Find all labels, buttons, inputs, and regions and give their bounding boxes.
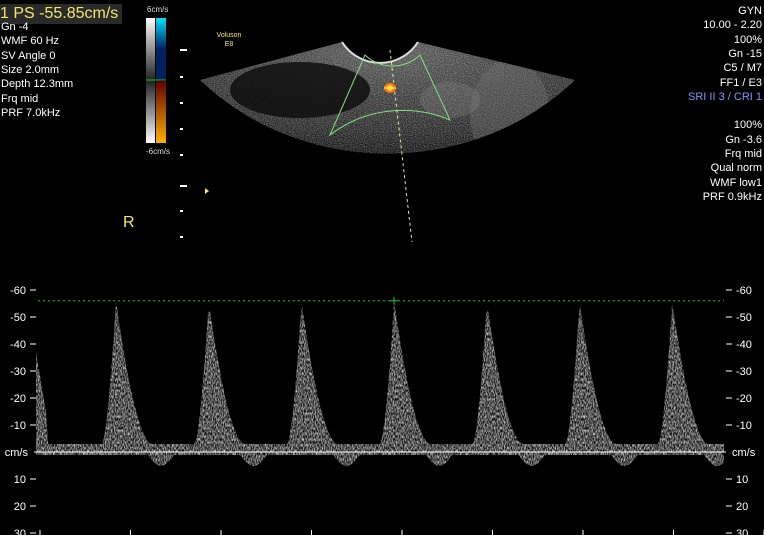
ultrasound-screen: 1 PS -55.85cm/s Gn -4 WMF 60 Hz SV Angle… (0, 0, 764, 535)
color-scale-bottom-label: -6cm/s (146, 147, 170, 156)
right-param-2: 100% (733, 33, 762, 46)
right-param-11: Qual norm (710, 162, 762, 175)
right-param-1: 10.00 - 2.20 (703, 19, 762, 32)
param-frequency: Frq mid (1, 93, 39, 105)
bmode-sector-image (200, 41, 575, 243)
velocity-cursor-cross (390, 296, 398, 305)
doppler-waveform (36, 301, 724, 466)
left-axis-label: -40 (10, 339, 26, 351)
right-param-4: C5 / M7 (723, 62, 762, 75)
right-axis-label: -30 (736, 366, 752, 378)
right-axis-label: -20 (736, 393, 752, 405)
right-param-13: PRF 0.9kHz (702, 190, 762, 203)
doppler-spectrum: -60 -60 -50 -50 -40 -40 -30 -30 -20 -20 -10 -10 10 10… (5, 285, 764, 535)
right-param-5: FF1 / E3 (719, 76, 762, 89)
right-param-6: SRI II 3 / CRI 1 (688, 90, 762, 103)
right-param-3: Gn -15 (728, 47, 762, 60)
right-axis-label: 10 (736, 474, 748, 486)
left-axis-label: 30 (14, 528, 26, 535)
param-size: Size 2.0mm (1, 64, 60, 76)
param-gain: Gn -4 (1, 21, 29, 33)
right-axis-label: 20 (736, 501, 748, 513)
right-param-12: WMF low1 (710, 176, 762, 189)
right-axis-label: -40 (736, 339, 752, 351)
left-axis-label: -20 (10, 393, 26, 405)
color-flow-scale-bar (146, 18, 166, 143)
left-axis-label: 10 (14, 474, 26, 486)
right-axis-label: -10 (736, 420, 752, 432)
right-param-9: Gn -3.6 (725, 133, 762, 146)
param-wmf: WMF 60 Hz (1, 35, 60, 47)
left-axis-label: -60 (10, 285, 26, 297)
right-axis-label: -60 (736, 285, 752, 297)
left-axis-label: -50 (10, 312, 26, 324)
right-axis-label: -50 (736, 312, 752, 324)
right-axis-unit: cm/s (732, 447, 756, 459)
param-sv-angle: SV Angle 0 (1, 50, 56, 62)
color-scale-top-label: 6cm/s (147, 5, 169, 14)
right-axis-label: 30 (736, 528, 748, 535)
left-axis-label: -30 (10, 366, 26, 378)
right-param-10: Frq mid (724, 148, 762, 160)
left-axis-label: 20 (14, 501, 26, 513)
param-prf: PRF 7.0kHz (1, 107, 61, 119)
left-axis-unit: cm/s (5, 447, 29, 459)
orientation-mark: R (123, 214, 135, 231)
left-axis-label: -10 (10, 420, 26, 432)
right-param-0: GYN (738, 5, 762, 17)
right-param-8: 100% (733, 119, 762, 132)
param-depth: Depth 12.3mm (1, 78, 74, 90)
